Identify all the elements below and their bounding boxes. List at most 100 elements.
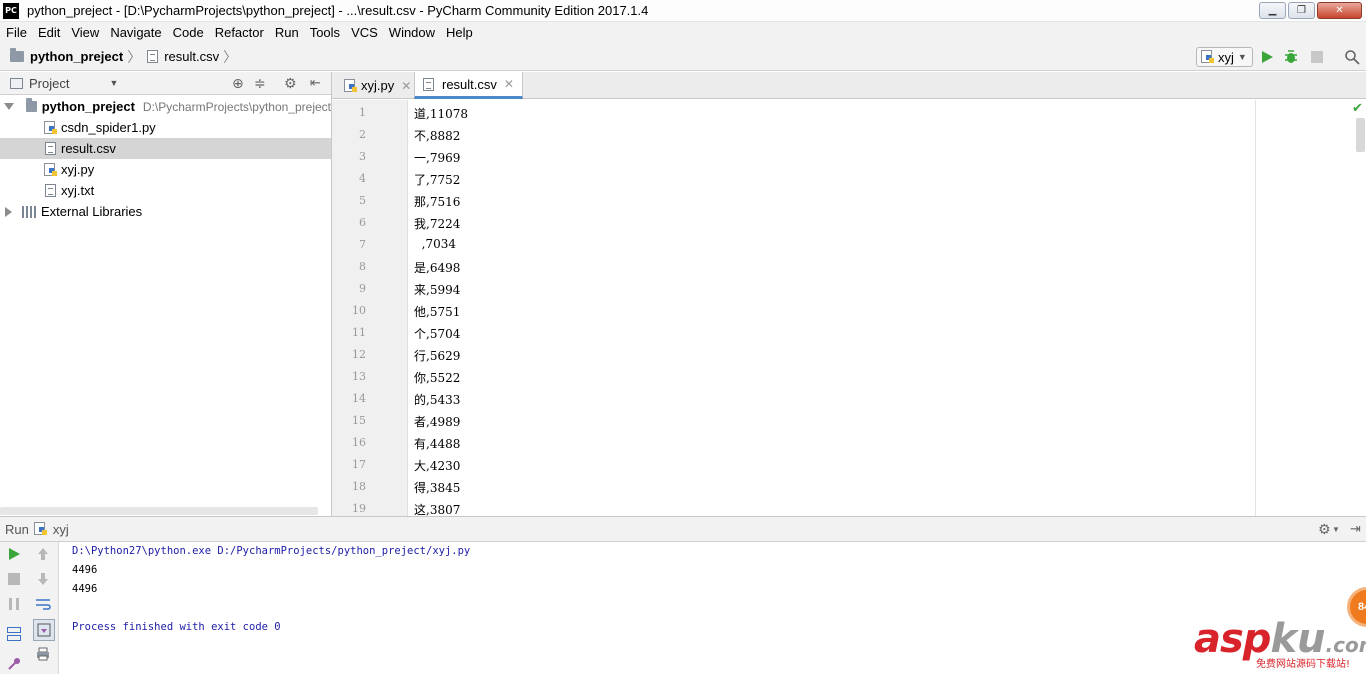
project-panel-header: Project ▼ ⊕ ≑ ⚙ ⇤ bbox=[0, 72, 331, 95]
code-line[interactable]: 是,6498 bbox=[414, 259, 460, 276]
console-output-line: 4496 bbox=[72, 583, 98, 595]
stop-icon[interactable] bbox=[1309, 49, 1325, 65]
close-tab-icon[interactable]: ✕ bbox=[401, 79, 411, 93]
tab-xyj-py[interactable]: xyj.py ✕ bbox=[336, 72, 419, 99]
line-number: 10 bbox=[352, 304, 366, 317]
expand-arrow-icon[interactable] bbox=[4, 103, 14, 110]
project-horizontal-scrollbar[interactable] bbox=[0, 507, 318, 515]
tree-file-result-csv[interactable]: result.csv bbox=[0, 138, 331, 159]
tab-result-csv[interactable]: result.csv ✕ bbox=[414, 72, 523, 99]
code-line[interactable]: ,7034 bbox=[414, 237, 456, 251]
watermark-com: .com bbox=[1325, 633, 1366, 657]
minimize-button[interactable]: ▁ bbox=[1259, 2, 1286, 19]
code-line[interactable]: 你,5522 bbox=[414, 369, 460, 386]
gear-icon[interactable]: ⚙ bbox=[1318, 521, 1331, 538]
search-icon[interactable] bbox=[1344, 49, 1360, 65]
code-line[interactable]: 的,5433 bbox=[414, 391, 460, 408]
hide-panel-icon[interactable]: ⇥ bbox=[1350, 521, 1361, 537]
run-toolbar bbox=[0, 542, 59, 674]
menu-file[interactable]: File bbox=[0, 25, 32, 40]
menu-help[interactable]: Help bbox=[440, 25, 478, 40]
menu-navigate[interactable]: Navigate bbox=[104, 25, 166, 40]
project-view-label[interactable]: Project bbox=[29, 76, 69, 91]
window-title: python_preject - [D:\PycharmProjects\pyt… bbox=[27, 3, 649, 18]
menu-vcs[interactable]: VCS bbox=[345, 25, 383, 40]
debug-icon[interactable] bbox=[1283, 49, 1299, 65]
menu-refactor[interactable]: Refactor bbox=[209, 25, 269, 40]
line-number: 15 bbox=[352, 414, 366, 427]
breadcrumb-chevron-icon: 〉 bbox=[223, 48, 238, 65]
code-line[interactable]: 那,7516 bbox=[414, 193, 460, 210]
code-line[interactable]: 来,5994 bbox=[414, 281, 460, 298]
pause-icon[interactable] bbox=[6, 596, 22, 612]
gear-icon[interactable]: ⚙ bbox=[284, 75, 297, 92]
breadcrumb-project[interactable]: python_preject bbox=[30, 49, 123, 64]
line-number: 16 bbox=[352, 436, 366, 449]
code-line[interactable]: 得,3845 bbox=[414, 479, 460, 496]
watermark-subtitle: 免费网站源码下载站! bbox=[1256, 659, 1351, 670]
menu-run[interactable]: Run bbox=[269, 25, 304, 40]
menu-window[interactable]: Window bbox=[383, 25, 440, 40]
menu-code[interactable]: Code bbox=[167, 25, 209, 40]
close-button[interactable]: ✕ bbox=[1317, 2, 1362, 19]
title-bar: PC python_preject - [D:\PycharmProjects\… bbox=[0, 0, 1366, 22]
chevron-down-icon[interactable]: ▼ bbox=[109, 78, 118, 88]
stop-icon[interactable] bbox=[6, 571, 22, 587]
expand-arrow-icon[interactable] bbox=[5, 206, 12, 217]
code-line[interactable]: 不,8882 bbox=[414, 127, 460, 144]
file-label: xyj.txt bbox=[61, 183, 95, 198]
editor-tabs: xyj.py ✕ result.csv ✕ bbox=[332, 72, 1366, 99]
maximize-button[interactable]: ❐ bbox=[1288, 2, 1315, 19]
editor-text-area[interactable] bbox=[409, 100, 1366, 516]
locate-icon[interactable]: ⊕ bbox=[232, 75, 244, 92]
hide-panel-icon[interactable]: ⇤ bbox=[310, 75, 321, 91]
folder-icon bbox=[26, 98, 37, 112]
code-line[interactable]: 我,7224 bbox=[414, 215, 460, 232]
tree-root[interactable]: python_preject D:\PycharmProjects\python… bbox=[0, 96, 331, 117]
close-tab-icon[interactable]: ✕ bbox=[504, 77, 514, 91]
code-line[interactable]: 有,4488 bbox=[414, 435, 460, 452]
code-line[interactable]: 个,5704 bbox=[414, 325, 460, 342]
rerun-icon[interactable] bbox=[6, 546, 22, 562]
line-number: 11 bbox=[352, 326, 366, 339]
soft-wrap-icon[interactable] bbox=[35, 596, 51, 612]
print-icon[interactable] bbox=[35, 646, 51, 662]
up-arrow-icon[interactable] bbox=[35, 546, 51, 562]
code-line[interactable]: 者,4989 bbox=[414, 413, 460, 430]
python-file-icon bbox=[44, 120, 57, 135]
code-line[interactable]: 大,4230 bbox=[414, 457, 460, 474]
tree-file-csdn-spider[interactable]: csdn_spider1.py bbox=[0, 117, 331, 138]
down-arrow-icon[interactable] bbox=[35, 571, 51, 587]
run-panel-label: Run bbox=[5, 521, 29, 537]
run-console[interactable] bbox=[60, 542, 1366, 674]
tab-label: result.csv bbox=[442, 76, 497, 92]
tree-external-libraries[interactable]: External Libraries bbox=[0, 201, 331, 222]
line-number: 17 bbox=[352, 458, 366, 471]
tree-file-xyj-txt[interactable]: xyj.txt bbox=[0, 180, 331, 201]
run-config-select[interactable]: xyj ▼ bbox=[1196, 47, 1253, 67]
tree-file-xyj-py[interactable]: xyj.py bbox=[0, 159, 331, 180]
library-icon bbox=[22, 205, 36, 218]
chevron-down-icon: ▼ bbox=[1237, 52, 1247, 62]
code-line[interactable]: 他,5751 bbox=[414, 303, 460, 320]
no-problems-check-icon: ✔ bbox=[1352, 100, 1363, 115]
menu-tools[interactable]: Tools bbox=[304, 25, 345, 40]
layout-icon[interactable] bbox=[6, 626, 22, 642]
chevron-down-icon[interactable]: ▼ bbox=[1332, 525, 1340, 534]
editor-scrollbar[interactable] bbox=[1356, 118, 1365, 152]
file-label: csdn_spider1.py bbox=[61, 120, 156, 135]
breadcrumb-file[interactable]: result.csv bbox=[164, 49, 219, 64]
csv-file-icon bbox=[147, 50, 159, 63]
menu-view[interactable]: View bbox=[65, 25, 104, 40]
code-line[interactable]: 一,7969 bbox=[414, 149, 460, 166]
code-line[interactable]: 道,11078 bbox=[414, 105, 468, 122]
menu-edit[interactable]: Edit bbox=[32, 25, 65, 40]
scroll-to-end-icon[interactable] bbox=[33, 619, 55, 641]
code-line[interactable]: 了,7752 bbox=[414, 171, 460, 188]
collapse-all-icon[interactable]: ≑ bbox=[254, 75, 266, 92]
line-number: 2 bbox=[359, 128, 366, 141]
csv-file-icon bbox=[45, 142, 56, 155]
pin-icon[interactable] bbox=[6, 656, 22, 672]
code-line[interactable]: 行,5629 bbox=[414, 347, 460, 364]
run-icon[interactable] bbox=[1259, 49, 1275, 65]
